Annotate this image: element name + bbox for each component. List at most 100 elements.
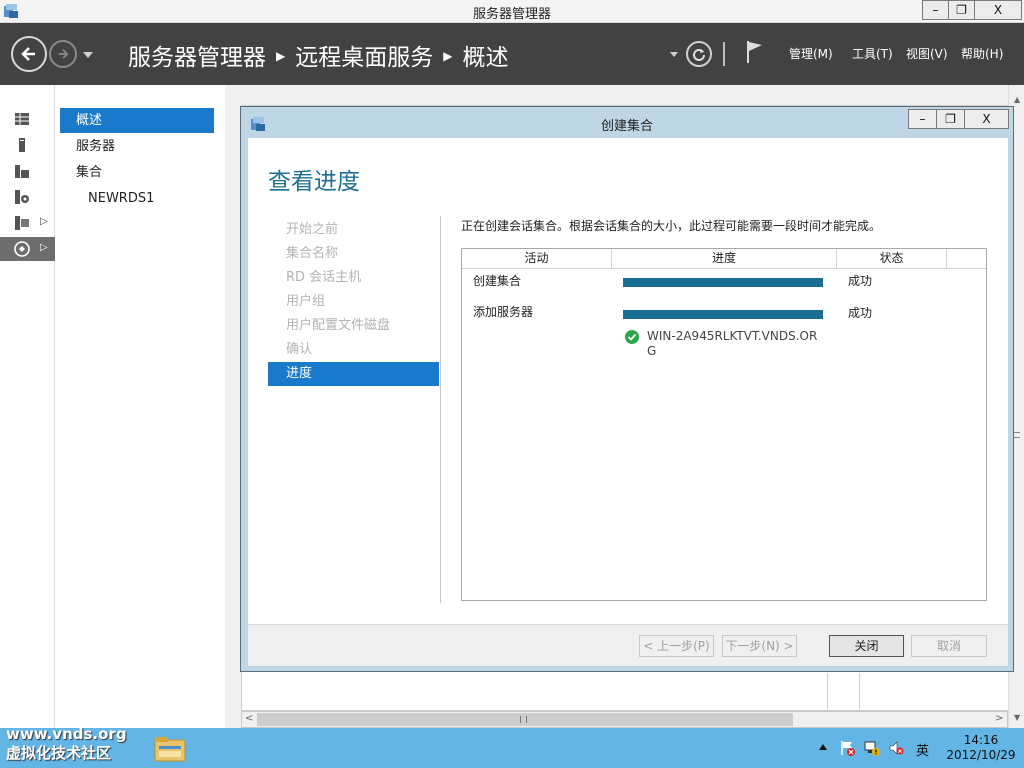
arrow-right-icon (58, 49, 69, 59)
back-button[interactable] (11, 36, 47, 72)
previous-button[interactable]: < 上一步(P) (639, 635, 714, 657)
scroll-left-icon[interactable]: < (245, 713, 253, 724)
local-server-icon (19, 138, 25, 152)
breadcrumb-item: 概述 (462, 45, 509, 71)
rds-nav-panel: 概述 服务器 集合 NEWRDS1 (55, 85, 225, 728)
progress-fill (623, 278, 823, 287)
scroll-up-icon[interactable]: ▲ (1014, 95, 1020, 104)
cancel-button[interactable]: 取消 (911, 635, 987, 657)
history-dropdown-icon[interactable] (83, 52, 93, 58)
breadcrumb-item[interactable]: 服务器管理器 (128, 45, 266, 71)
all-servers-icon (15, 165, 29, 178)
steps-divider (440, 216, 441, 603)
system-clock[interactable]: 14:16 2012/10/29 (944, 733, 1018, 763)
dialog-body: 查看进度 开始之前 集合名称 RD 会话主机 用户组 用户配置文件磁盘 确认 进… (248, 138, 1008, 624)
forward-button[interactable] (49, 40, 77, 68)
page-heading: 查看进度 (268, 169, 360, 195)
row-activity: 添加服务器 (473, 305, 534, 319)
watermark-text: 虚拟化技术社区 (6, 744, 112, 762)
watermark: www.vnds.org 虚拟化技术社区 (6, 725, 127, 763)
next-button[interactable]: 下一步(N) > (722, 635, 797, 657)
scroll-grip-icon (1013, 432, 1020, 438)
column-header-filler (947, 249, 986, 269)
nav-iis[interactable]: ▷ (0, 211, 55, 235)
progress-table: 活动 进度 状态 创建集合 成功 添加服务器 成功 WIN-2A945RLKTV… (461, 248, 987, 601)
progress-fill (623, 310, 823, 319)
wizard-step-rd-session-host: RD 会话主机 (286, 270, 362, 285)
restore-button[interactable]: ❐ (948, 0, 975, 20)
refresh-button[interactable] (686, 41, 712, 67)
action-center-icon[interactable] (840, 740, 856, 756)
row-progress-bar (623, 278, 823, 287)
success-check-icon (625, 330, 639, 344)
nav-file-storage[interactable] (0, 185, 55, 209)
minimize-button[interactable]: – (922, 0, 949, 20)
clock-time: 14:16 (963, 733, 999, 747)
scroll-thumb[interactable] (257, 713, 793, 726)
menu-manage[interactable]: 管理(M) (789, 45, 833, 62)
row-activity: 创建集合 (473, 274, 522, 288)
dialog-titlebar: 创建集合 – ❐ X (241, 107, 1013, 137)
window-titlebar: 服务器管理器 – ❐ X (0, 0, 1024, 23)
refresh-icon (693, 49, 705, 61)
left-icon-bar: ▷ ▷ (0, 85, 55, 728)
dialog-title: 创建集合 (600, 119, 653, 134)
create-collection-dialog: 创建集合 – ❐ X 查看进度 开始之前 集合名称 RD 会话主机 用户组 用户… (240, 106, 1014, 672)
window-title: 服务器管理器 (472, 7, 551, 22)
breadcrumb-separator-icon: ▶ (276, 48, 286, 63)
scroll-right-icon[interactable]: > (995, 713, 1003, 724)
volume-icon[interactable] (888, 740, 904, 756)
nav-item-collections[interactable]: 集合 (60, 160, 214, 185)
nav-item-servers[interactable]: 服务器 (60, 134, 214, 159)
refresh-dropdown-icon[interactable] (670, 52, 678, 57)
close-dialog-button[interactable]: 关闭 (829, 635, 904, 657)
wizard-step-progress: 进度 (268, 362, 439, 386)
column-header-status[interactable]: 状态 (837, 249, 947, 269)
row-status: 成功 (848, 306, 873, 320)
server-manager-header: 服务器管理器 ▶ 远程桌面服务 ▶ 概述 管理(M) 工具(T) 视图(V) 帮助(H) (0, 23, 1024, 85)
clock-date: 2012/10/29 (946, 748, 1016, 762)
expand-arrow-icon[interactable]: ▷ (40, 242, 48, 253)
breadcrumb: 服务器管理器 ▶ 远程桌面服务 ▶ 概述 (128, 38, 508, 72)
server-name: WIN-2A945RLKTVT.VNDS.ORG (647, 329, 818, 358)
wizard-step-collection-name: 集合名称 (286, 246, 339, 261)
wizard-step-before-you-begin: 开始之前 (286, 222, 339, 237)
file-storage-icon (15, 190, 29, 204)
menu-tools[interactable]: 工具(T) (852, 45, 893, 62)
dialog-footer: < 上一步(P) 下一步(N) > 关闭 取消 (248, 624, 1008, 666)
wizard-step-user-profile-disks: 用户配置文件磁盘 (286, 318, 391, 333)
nav-dashboard[interactable] (0, 107, 55, 131)
iis-icon (15, 216, 29, 230)
rds-icon (14, 241, 30, 257)
nav-all-servers[interactable] (0, 159, 55, 183)
show-hidden-icons[interactable] (819, 744, 827, 750)
ime-indicator[interactable]: 英 (916, 740, 929, 759)
column-header-activity[interactable]: 活动 (462, 249, 612, 269)
dialog-restore-button[interactable]: ❐ (936, 109, 965, 129)
menu-view[interactable]: 视图(V) (906, 45, 948, 62)
nav-item-overview[interactable]: 概述 (60, 108, 214, 133)
breadcrumb-item[interactable]: 远程桌面服务 (295, 45, 433, 71)
nav-local-server[interactable] (0, 133, 55, 157)
notifications-flag-icon[interactable] (745, 39, 765, 65)
nav-item-collection-newrds1[interactable]: NEWRDS1 (60, 186, 214, 211)
watermark-url: www.vnds.org (6, 725, 127, 743)
nav-remote-desktop-services[interactable]: ▷ (0, 237, 55, 261)
header-divider (723, 42, 725, 66)
column-header-progress[interactable]: 进度 (612, 249, 837, 269)
scroll-grip-icon (520, 716, 527, 723)
row-status: 成功 (848, 274, 873, 288)
row-progress-bar (623, 310, 823, 319)
wizard-step-confirmation: 确认 (286, 342, 313, 357)
horizontal-scrollbar[interactable]: < > (241, 711, 1008, 728)
file-explorer-icon[interactable] (154, 734, 186, 762)
dialog-close-button[interactable]: X (964, 109, 1009, 129)
network-icon[interactable] (864, 740, 880, 756)
expand-arrow-icon[interactable]: ▷ (40, 216, 48, 227)
breadcrumb-separator-icon: ▶ (443, 48, 453, 63)
close-button[interactable]: X (974, 0, 1022, 20)
dialog-minimize-button[interactable]: – (908, 109, 937, 129)
menu-help[interactable]: 帮助(H) (961, 45, 1003, 62)
progress-description: 正在创建会话集合。根据会话集合的大小，此过程可能需要一段时间才能完成。 (461, 219, 882, 233)
scroll-down-icon[interactable]: ▼ (1014, 713, 1020, 722)
